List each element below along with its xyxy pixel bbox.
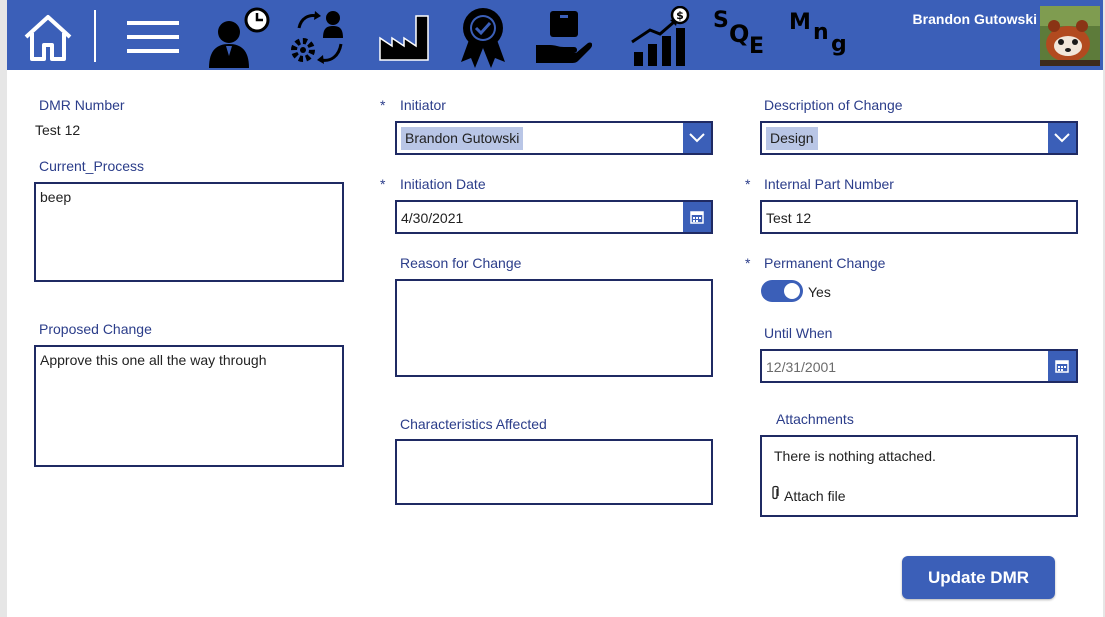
initiation-date-picker[interactable]: 4/30/2021 — [395, 200, 713, 234]
attachments-empty-text: There is nothing attached. — [774, 448, 936, 464]
update-dmr-button[interactable]: Update DMR — [902, 556, 1055, 599]
sqe-logo[interactable]: S Q E — [707, 0, 773, 70]
internal-part-number-required-mark: * — [745, 176, 751, 192]
characteristics-affected-label: Characteristics Affected — [400, 416, 547, 432]
internal-part-number-input[interactable]: Test 12 — [760, 200, 1078, 234]
current-process-text: beep — [40, 189, 72, 205]
chevron-down-icon[interactable] — [1048, 123, 1076, 153]
home-icon[interactable] — [17, 6, 79, 68]
mng-letter-m: M — [789, 10, 811, 35]
permanent-change-toggle-text: Yes — [808, 284, 831, 300]
initiation-date-required-mark: * — [380, 176, 386, 192]
mng-logo[interactable]: M n g — [787, 0, 853, 70]
award-badge-icon[interactable] — [453, 6, 513, 68]
calendar-icon[interactable] — [683, 202, 711, 232]
attachments-label: Attachments — [776, 411, 854, 427]
permanent-change-label: Permanent Change — [764, 255, 886, 271]
chevron-down-icon[interactable] — [683, 123, 711, 153]
reason-for-change-label: Reason for Change — [400, 255, 522, 271]
internal-part-number-label: Internal Part Number — [764, 176, 894, 192]
mng-letter-n: n — [813, 20, 829, 45]
description-of-change-label: Description of Change — [764, 97, 903, 113]
reason-for-change-textarea[interactable] — [395, 279, 713, 377]
sqe-letter-s: S — [713, 8, 729, 33]
description-of-change-dropdown[interactable]: Design — [760, 121, 1078, 155]
attachments-box: There is nothing attached. Attach file — [760, 435, 1078, 517]
top-navigation-bar: $ S Q E M n g Brandon Gutowski — [7, 0, 1103, 70]
description-selected-value: Design — [766, 127, 818, 150]
nav-divider — [94, 10, 96, 62]
initiator-dropdown[interactable]: Brandon Gutowski — [395, 121, 713, 155]
until-when-date-picker[interactable]: 12/31/2001 — [760, 349, 1078, 383]
proposed-change-textarea[interactable]: Approve this one all the way through — [34, 345, 344, 467]
mng-letter-g: g — [831, 32, 847, 57]
factory-icon[interactable] — [375, 6, 435, 68]
svg-text:$: $ — [676, 9, 684, 22]
initiation-date-value: 4/30/2021 — [401, 210, 464, 226]
current-process-textarea[interactable]: beep — [34, 182, 344, 282]
permanent-change-toggle[interactable] — [761, 280, 803, 302]
until-when-label: Until When — [764, 325, 833, 341]
user-name: Brandon Gutowski — [912, 11, 1037, 27]
hand-box-icon[interactable] — [533, 6, 593, 68]
proposed-change-text: Approve this one all the way through — [40, 352, 267, 368]
initiator-selected-value: Brandon Gutowski — [401, 127, 524, 150]
process-cycle-icon[interactable] — [287, 6, 353, 68]
until-when-value: 12/31/2001 — [766, 359, 837, 375]
initiation-date-label: Initiation Date — [400, 176, 486, 192]
growth-chart-icon[interactable]: $ — [627, 6, 693, 68]
avatar[interactable] — [1040, 6, 1100, 66]
dmr-form: DMR Number Test 12 Current_Process beep … — [7, 70, 1103, 617]
menu-icon[interactable] — [123, 6, 183, 68]
characteristics-affected-textarea[interactable] — [395, 439, 713, 505]
user-clock-icon[interactable] — [205, 6, 271, 68]
dmr-number-value: Test 12 — [35, 122, 81, 138]
dmr-number-label: DMR Number — [39, 97, 125, 113]
permanent-change-required-mark: * — [745, 255, 751, 271]
current-process-label: Current_Process — [39, 158, 145, 174]
internal-part-number-value: Test 12 — [766, 210, 812, 226]
attach-file-link[interactable]: Attach file — [770, 485, 845, 506]
initiator-label: Initiator — [400, 97, 446, 113]
sqe-letter-e: E — [749, 34, 765, 59]
paperclip-icon — [770, 485, 780, 506]
attach-file-label: Attach file — [784, 487, 846, 504]
sqe-letter-q: Q — [729, 20, 750, 48]
toggle-knob — [784, 283, 800, 299]
calendar-icon[interactable] — [1048, 351, 1076, 381]
initiator-required-mark: * — [380, 97, 386, 113]
proposed-change-label: Proposed Change — [39, 321, 152, 337]
